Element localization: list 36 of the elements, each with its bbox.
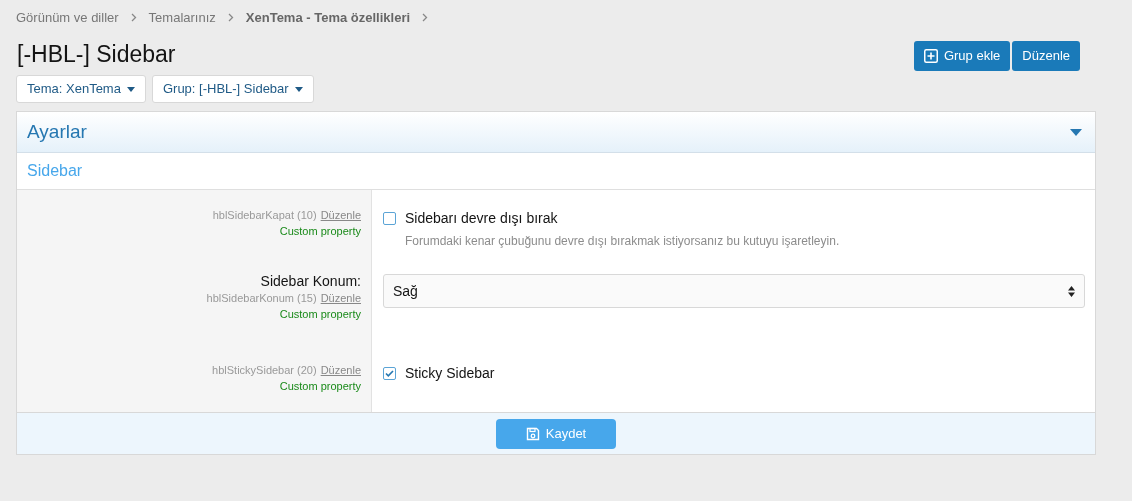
edit-link[interactable]: Düzenle [320, 291, 361, 306]
caret-icon [1070, 128, 1082, 136]
custom-property-note: Custom property [279, 224, 361, 239]
caret-icon [126, 86, 135, 92]
checkbox-option[interactable]: Sidebarı devre dışı bırak [383, 208, 1085, 229]
plus-icon [923, 49, 938, 63]
checkbox[interactable] [383, 212, 396, 225]
chevron-icon [422, 13, 429, 22]
breadcrumb-link[interactable]: Görünüm ve diller [16, 7, 119, 28]
field-label: Sidebar Konum: [260, 272, 361, 291]
sort-arrows-icon [1068, 285, 1075, 297]
caret-icon [294, 86, 303, 92]
chevron-icon [227, 13, 234, 22]
edit-link[interactable]: Düzenle [320, 208, 361, 223]
select-field[interactable]: Sağ [383, 274, 1085, 308]
add-group-button[interactable]: Grup ekle [913, 41, 1011, 71]
checkbox-option[interactable]: Sticky Sidebar [383, 363, 1085, 384]
breadcrumb-link[interactable]: XenTema - Tema özellikleri [245, 7, 411, 28]
filter-dropdown[interactable]: Tema: XenTema [16, 75, 146, 103]
breadcrumb-link[interactable]: Temalarınız [148, 7, 216, 28]
save-button[interactable]: Kaydet [496, 418, 616, 449]
page-title: [-HBL-] Sidebar [16, 39, 176, 69]
section-title: Sidebar [27, 161, 83, 181]
option-hint: Forumdaki kenar çubuğunu devre dışı bırakmak istiyorsanız bu kutuyu işaretleyin. [404, 233, 841, 250]
filter-dropdown[interactable]: Grup: [-HBL-] Sidebar [151, 75, 314, 103]
checkbox[interactable] [383, 367, 396, 380]
custom-property-note: Custom property [279, 307, 361, 322]
save-icon [525, 426, 540, 441]
edit-link[interactable]: Düzenle [320, 363, 361, 378]
panel-title: Ayarlar [27, 119, 87, 144]
property-name: hblStickySidebar (20) [212, 363, 317, 378]
custom-property-note: Custom property [279, 379, 361, 394]
property-name: hblSidebarKonum (15) [206, 291, 317, 306]
property-name: hblSidebarKapat (10) [212, 208, 317, 223]
edit-button[interactable]: Düzenle [1012, 41, 1080, 71]
chevron-icon [130, 13, 137, 22]
